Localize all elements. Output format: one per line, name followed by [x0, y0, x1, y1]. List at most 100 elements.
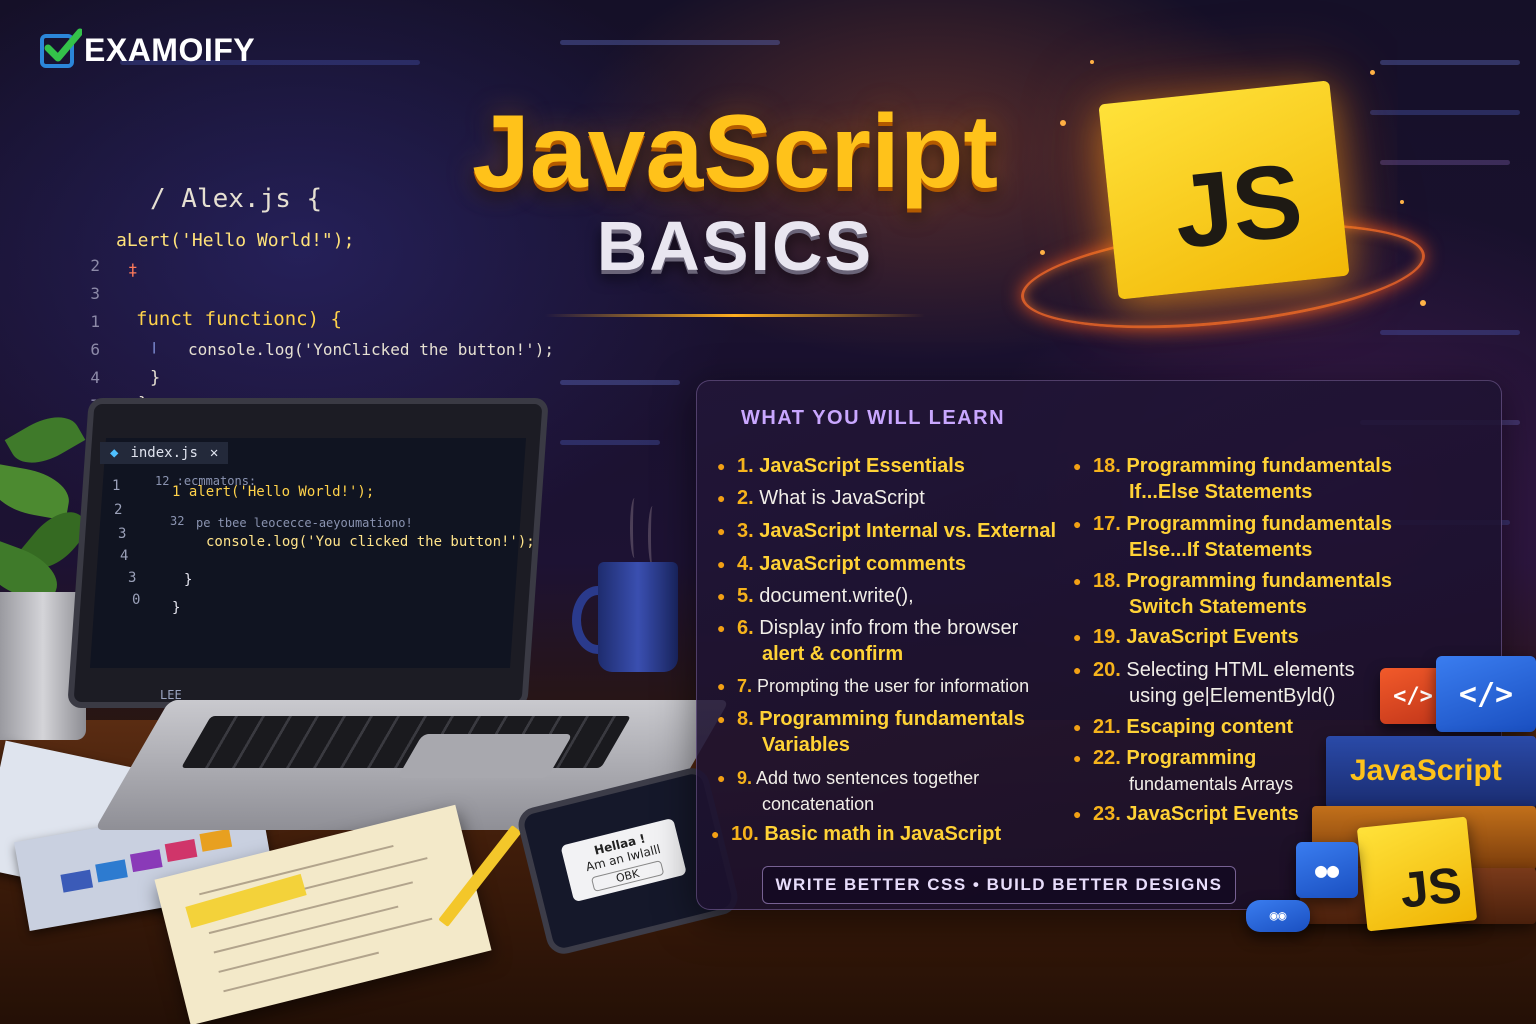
discord-icon: ●●	[1296, 842, 1358, 898]
bg-line-number: 3	[90, 284, 100, 303]
item-text: JavaScript Internal vs. External	[759, 520, 1057, 542]
code-streak	[560, 40, 780, 45]
item-text: Programming	[1126, 747, 1257, 769]
js-badge: JS	[1098, 80, 1350, 300]
bg-code-line: / Alex.js {	[150, 184, 323, 214]
item-number: 1.	[737, 455, 754, 477]
bg-line-number: 6	[90, 340, 100, 359]
item-text: Add two sentences together	[756, 768, 980, 788]
item-number: 6.	[737, 617, 754, 639]
bg-code-line: funct functionc) {	[136, 308, 342, 330]
bg-code-line: ‡	[128, 260, 138, 279]
item-subtext: using ge|ElementByld()	[1129, 685, 1336, 707]
editor-tab-label: index.js	[130, 445, 198, 461]
bullet-icon: ●	[717, 523, 726, 539]
learn-item: ● 10. Basic math in JavaScript	[711, 821, 1001, 847]
bg-line-number: 1	[90, 312, 100, 331]
learn-item: ● 8. Programming fundamentals Variables	[717, 706, 1025, 758]
editor-line: }	[184, 572, 193, 588]
bullet-icon: ●	[1073, 458, 1082, 474]
item-text: Prompting the user for information	[757, 676, 1030, 696]
code-streak	[560, 380, 680, 385]
code-streak	[1380, 60, 1520, 65]
item-number: 22.	[1093, 747, 1121, 769]
item-number: 8.	[737, 708, 754, 730]
item-subtext: If...Else Statements	[1129, 481, 1313, 503]
item-text: Display info from the browser	[759, 617, 1019, 639]
item-subtext: alert & confirm	[762, 643, 904, 665]
item-subtext: Variables	[762, 734, 850, 756]
js-badge-label: JS	[1168, 142, 1308, 271]
title-underline	[545, 314, 925, 317]
item-subtext: Else...If Statements	[1129, 539, 1313, 561]
bullet-icon: ●	[1073, 662, 1082, 678]
bullet-icon: ●	[717, 588, 726, 604]
learn-item: ● 21. Escaping content	[1073, 714, 1293, 740]
brand-logo: EXAMOIFY	[40, 28, 255, 69]
close-icon[interactable]: ✕	[210, 445, 218, 461]
bullet-icon: ●	[717, 711, 726, 727]
item-number: 18.	[1093, 570, 1121, 592]
poster: EXAMOIFY JavaScript BASICS JS / Alex.js …	[0, 0, 1536, 1024]
item-number: 18.	[1093, 455, 1121, 477]
editor-line: console.log('You clicked the button!');	[206, 534, 535, 550]
learn-item: ● 4. JavaScript comments	[717, 551, 967, 577]
editor-line: 1 alert('Hello World!');	[172, 484, 375, 500]
spark	[1370, 70, 1375, 75]
item-text: JavaScript comments	[759, 553, 967, 575]
steam	[648, 506, 657, 566]
editor-line-number: 0	[132, 592, 141, 608]
item-number: 21.	[1093, 716, 1121, 738]
spark	[1420, 300, 1426, 306]
item-text: document.write(),	[759, 585, 914, 607]
item-subtext: concatenation	[762, 794, 875, 814]
item-text: JavaScript Essentials	[759, 455, 965, 477]
code-streak	[1370, 110, 1520, 115]
alert-dialog: Hellaa ! Am an Iwlalll OBK	[560, 817, 687, 903]
bg-line-number: 4	[90, 368, 100, 387]
bullet-icon: ●	[717, 490, 726, 506]
item-text: Programming fundamentals	[1126, 570, 1392, 592]
learn-item: ● 1. JavaScript Essentials	[717, 453, 965, 479]
learn-item: ● 2. What is JavaScript	[717, 485, 925, 511]
code-streak	[1380, 160, 1510, 165]
learn-item: ● 6. Display info from the browser alert…	[717, 615, 1019, 667]
editor-line-number: 1	[112, 478, 121, 494]
item-number: 2.	[737, 487, 754, 509]
file-icon: ◆	[110, 445, 119, 461]
bullet-icon: ●	[1073, 629, 1082, 645]
title-javascript: JavaScript	[471, 94, 999, 210]
cta-banner[interactable]: WRITE BETTER CSS • BUILD BETTER DESIGNS	[762, 866, 1236, 904]
learn-item: ● 23. JavaScript Events	[1073, 801, 1299, 827]
small-js-label: JS	[1397, 856, 1465, 919]
item-number: 4.	[737, 553, 754, 575]
item-text: What is JavaScript	[759, 487, 925, 509]
code-streak	[560, 440, 660, 445]
steam	[630, 498, 639, 558]
code-streak	[1380, 330, 1520, 335]
bullet-icon: ●	[717, 620, 726, 636]
spark	[1090, 60, 1094, 64]
learn-item: ● 19. JavaScript Events	[1073, 624, 1299, 650]
editor-line-number: 3	[118, 526, 127, 542]
item-number: 17.	[1093, 513, 1121, 535]
coffee-mug	[598, 562, 678, 672]
bg-line-number: 2	[90, 256, 100, 275]
editor-tab[interactable]: ◆ index.js ✕	[100, 442, 229, 464]
bullet-icon: ●	[1073, 516, 1082, 532]
bullet-icon: ●	[717, 556, 726, 572]
page-title: JavaScript BASICS	[405, 96, 1065, 284]
learn-item: ● 18. Programming fundamentals Switch St…	[1073, 568, 1392, 620]
editor-line-number: 4	[120, 548, 129, 564]
code-cube-icon: </>	[1436, 656, 1536, 732]
gamepad-icon: ◉◉	[1246, 900, 1310, 932]
item-text: JavaScript Events	[1126, 803, 1299, 825]
learn-item: ● 5. document.write(),	[717, 583, 914, 609]
learn-item: ● 7. Prompting the user for information	[717, 673, 1030, 699]
bg-code-line: }	[150, 368, 161, 388]
item-number: 9.	[737, 768, 753, 788]
small-js-badge: JS	[1356, 816, 1478, 932]
item-text: JavaScript Events	[1126, 626, 1299, 648]
editor-line: }	[172, 600, 181, 616]
bullet-icon: ●	[1073, 806, 1082, 822]
